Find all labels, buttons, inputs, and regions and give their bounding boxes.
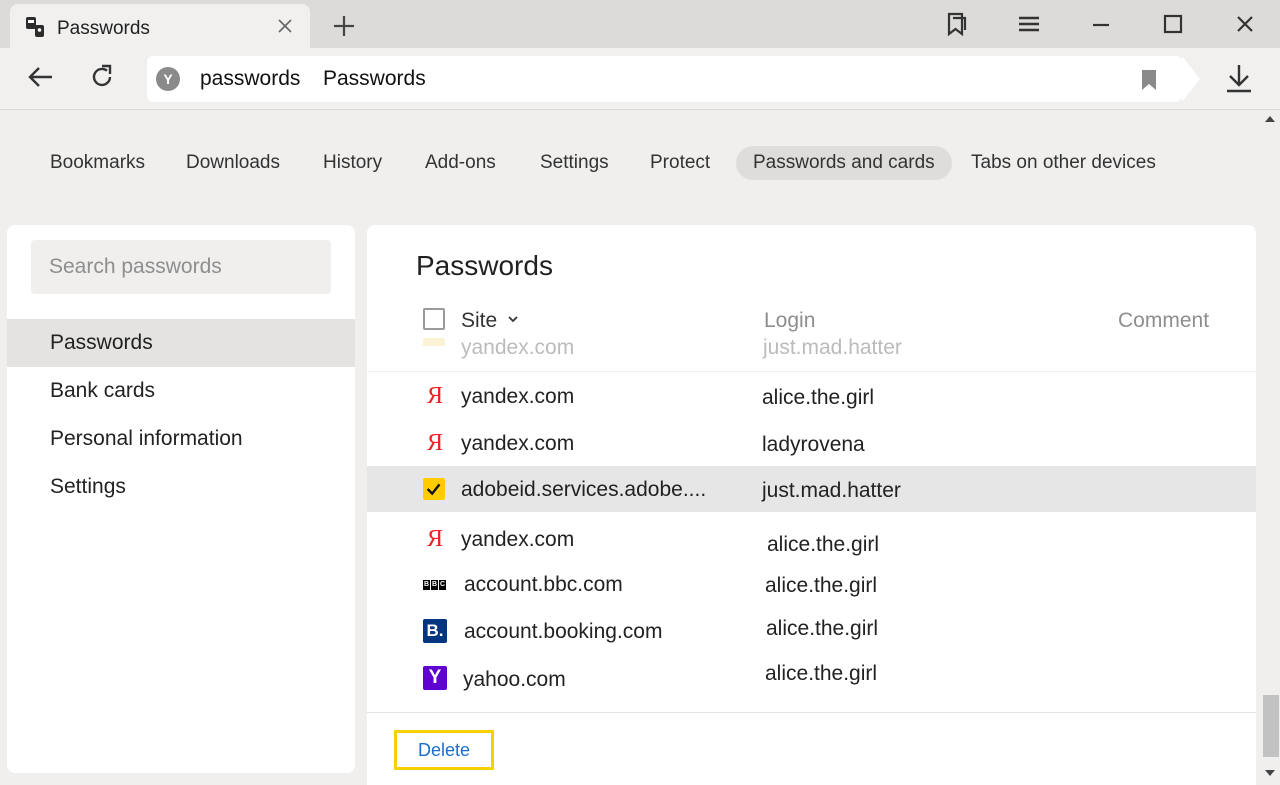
row-login: alice.the.girl <box>767 533 880 556</box>
scroll-up-arrow-icon[interactable] <box>1265 116 1275 122</box>
column-header-login: Login <box>764 309 816 332</box>
column-header-comment: Comment <box>1118 309 1210 332</box>
reload-icon[interactable] <box>87 62 117 92</box>
nav-tabs-other-devices[interactable]: Tabs on other devices <box>971 146 1156 180</box>
browser-tab[interactable]: Passwords <box>10 4 310 48</box>
row-login: alice.the.girl <box>762 386 875 409</box>
search-passwords-input[interactable] <box>31 240 331 294</box>
row-login: just.mad.hatter <box>762 479 901 502</box>
page-scrollbar[interactable] <box>1262 110 1280 785</box>
table-row[interactable]: BBC account.bbc.com alice.the.girl <box>367 562 1256 608</box>
table-row[interactable]: Y yahoo.com alice.the.girl <box>367 654 1256 700</box>
table-row[interactable]: Я yandex.com ladyrovena <box>367 420 1256 466</box>
passwords-key-icon <box>26 17 44 37</box>
nav-downloads[interactable]: Downloads <box>186 146 280 180</box>
address-bar[interactable]: Y passwords Passwords <box>147 56 1200 102</box>
row-site: yandex.com <box>461 385 575 408</box>
back-arrow-icon[interactable] <box>26 62 56 92</box>
sidebar-item-bank-cards[interactable]: Bank cards <box>7 367 355 415</box>
tab-close-icon[interactable] <box>274 15 296 37</box>
row-site: yahoo.com <box>463 668 566 691</box>
delete-button[interactable]: Delete <box>394 730 494 770</box>
row-site: yandex.com <box>461 528 575 551</box>
yandex-icon[interactable]: Я <box>423 384 447 408</box>
nav-history[interactable]: History <box>323 146 382 180</box>
sidebar: Passwords Bank cards Personal informatio… <box>7 225 355 773</box>
close-window-icon[interactable] <box>1231 10 1259 38</box>
scrollbar-thumb[interactable] <box>1263 695 1279 757</box>
table-row-partial[interactable]: yandex.com just.mad.hatter <box>367 338 1256 372</box>
row-site: account.bbc.com <box>464 573 623 596</box>
bookmarks-panel-icon[interactable] <box>942 10 970 38</box>
nav-protect[interactable]: Protect <box>650 146 710 180</box>
navigation-bar: Y passwords Passwords <box>0 48 1280 110</box>
yandex-icon <box>423 338 445 346</box>
table-row-selected[interactable]: adobeid.services.adobe.... just.mad.hatt… <box>367 466 1256 512</box>
address-host: passwords <box>200 67 301 90</box>
table-row[interactable]: Я yandex.com alice.the.girl <box>367 516 1256 562</box>
row-site: yandex.com <box>461 338 575 359</box>
sidebar-item-settings[interactable]: Settings <box>7 463 355 511</box>
checkbox-checked-icon[interactable] <box>423 478 445 500</box>
row-login: alice.the.girl <box>765 574 878 597</box>
nav-addons[interactable]: Add-ons <box>425 146 496 180</box>
table-row[interactable]: B. account.booking.com alice.the.girl <box>367 608 1256 654</box>
yahoo-icon[interactable]: Y <box>423 666 447 690</box>
row-login: alice.the.girl <box>766 617 879 640</box>
page-title: Passwords <box>416 250 553 281</box>
yandex-icon[interactable]: Я <box>423 527 447 551</box>
yandex-protect-icon[interactable]: Y <box>156 67 180 91</box>
bookmark-icon[interactable] <box>1140 69 1158 91</box>
nav-settings[interactable]: Settings <box>540 146 609 180</box>
yandex-icon[interactable]: Я <box>423 431 447 455</box>
address-page-title: Passwords <box>323 67 426 90</box>
section-navigation: Bookmarks Downloads History Add-ons Sett… <box>0 110 1262 215</box>
select-all-checkbox[interactable] <box>423 308 445 330</box>
row-login: just.mad.hatter <box>763 338 902 359</box>
chevron-down-icon[interactable] <box>507 313 519 325</box>
bbc-icon[interactable]: BBC <box>423 580 447 590</box>
nav-bookmarks[interactable]: Bookmarks <box>50 146 145 180</box>
column-header-site[interactable]: Site <box>461 309 497 333</box>
download-icon[interactable] <box>1224 62 1254 94</box>
row-login: ladyrovena <box>762 433 865 456</box>
nav-passwords-and-cards[interactable]: Passwords and cards <box>736 146 952 180</box>
row-site: yandex.com <box>461 432 575 455</box>
minimize-icon[interactable] <box>1087 10 1115 38</box>
row-site: adobeid.services.adobe.... <box>461 478 707 501</box>
divider <box>367 712 1256 713</box>
maximize-icon[interactable] <box>1159 10 1187 38</box>
sidebar-item-personal-information[interactable]: Personal information <box>7 415 355 463</box>
tab-title: Passwords <box>57 18 150 39</box>
passwords-panel: Passwords Site Login Comment yandex.com … <box>367 225 1256 785</box>
new-tab-icon[interactable] <box>330 12 358 40</box>
row-site: account.booking.com <box>464 620 663 643</box>
sidebar-item-passwords[interactable]: Passwords <box>7 319 355 367</box>
scroll-down-arrow-icon[interactable] <box>1265 770 1275 776</box>
row-login: alice.the.girl <box>765 662 878 685</box>
booking-icon[interactable]: B. <box>423 619 447 643</box>
table-row[interactable]: Я yandex.com alice.the.girl <box>367 373 1256 419</box>
tab-strip: Passwords <box>0 0 1280 48</box>
menu-icon[interactable] <box>1015 10 1043 38</box>
